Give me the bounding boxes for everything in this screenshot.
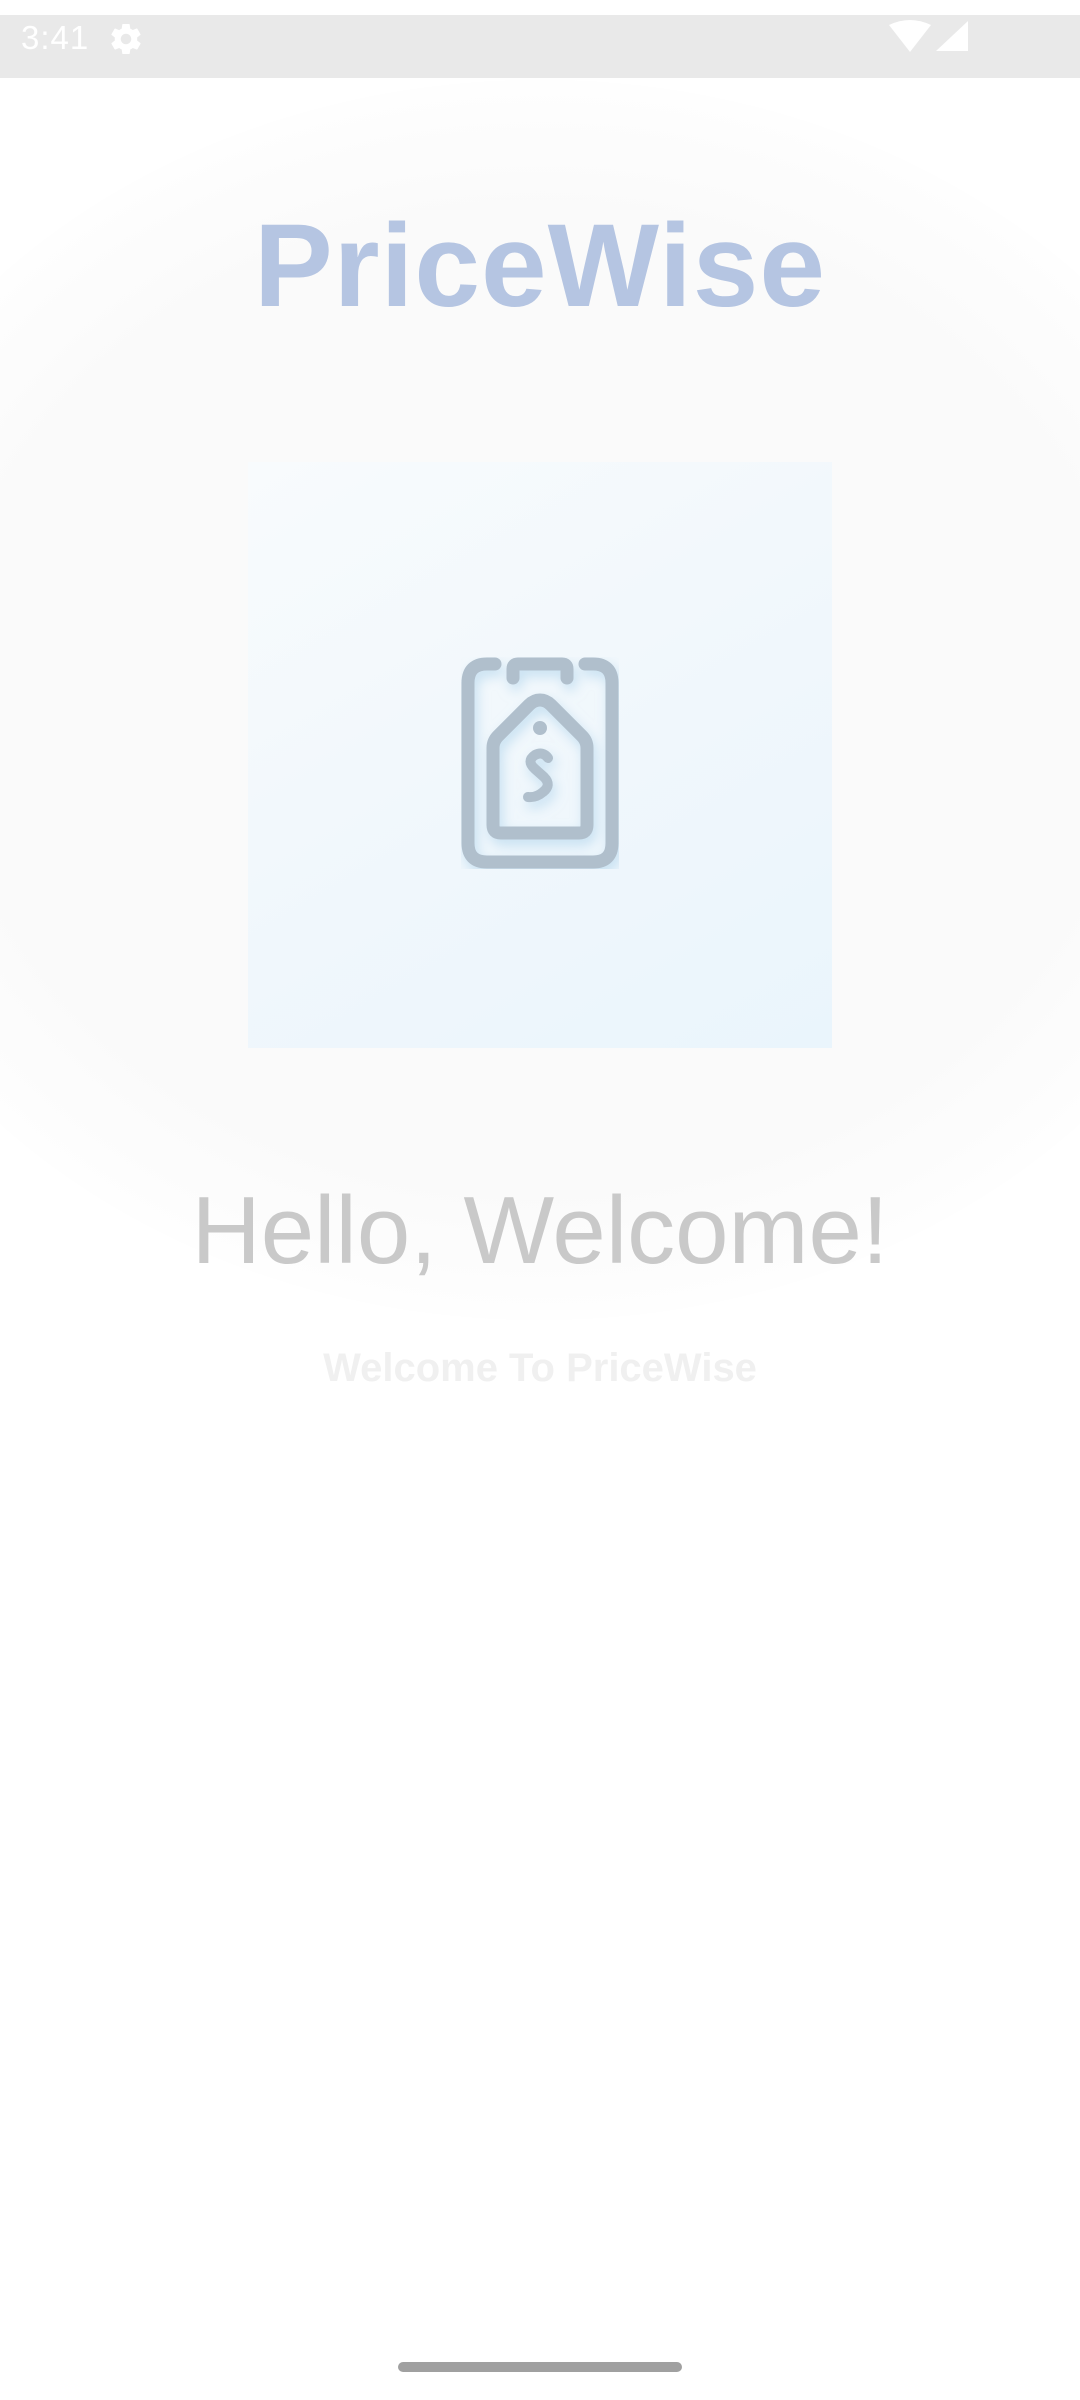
hero-panel <box>248 462 832 1048</box>
splash-screen: 3:41 PriceWise Hello, Welcome! Welcome T… <box>0 0 1080 2400</box>
welcome-subtitle: Welcome To PriceWise <box>323 1346 757 1390</box>
status-bar: 3:41 <box>0 15 1080 78</box>
signal-icon <box>936 21 968 51</box>
app-title: PriceWise <box>253 200 827 332</box>
welcome-heading: Hello, Welcome! <box>191 1177 889 1284</box>
wifi-icon <box>889 20 931 52</box>
home-indicator[interactable] <box>398 2362 682 2372</box>
status-time: 3:41 <box>21 19 90 56</box>
gear-icon <box>111 24 141 55</box>
price-tag-icon <box>461 657 619 869</box>
